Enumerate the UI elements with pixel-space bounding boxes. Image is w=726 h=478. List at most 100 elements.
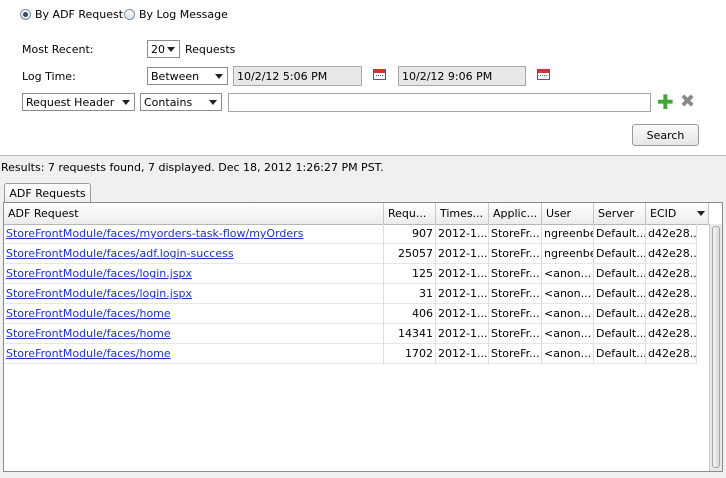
cell-adf-request[interactable]: StoreFrontModule/faces/home <box>4 324 384 344</box>
table-row[interactable]: StoreFrontModule/faces/home 406 2012-1... S… <box>4 304 697 324</box>
cell-timestamp-text: 2012-1... <box>438 347 488 360</box>
cell-adf-request[interactable]: StoreFrontModule/faces/login.jspx <box>4 264 384 284</box>
field-select[interactable]: Request Header <box>22 93 135 111</box>
column-header-ecid[interactable]: ECID <box>646 203 709 224</box>
request-link[interactable]: StoreFrontModule/faces/home <box>6 347 171 360</box>
log-time-from-value: 10/2/12 5:06 PM <box>237 69 328 83</box>
column-header-timestamp[interactable]: Times... <box>436 203 489 224</box>
cell-ecid-text: d42e28... <box>648 307 697 320</box>
table-row[interactable]: StoreFrontModule/faces/login.jspx 125 2012… <box>4 264 697 284</box>
cell-timestamp: 2012-1... <box>436 224 489 244</box>
cell-user: ngreenbe <box>542 224 594 244</box>
cell-user: <anon... <box>542 284 594 304</box>
request-link[interactable]: StoreFrontModule/faces/login.jspx <box>6 287 192 300</box>
cell-user-text: ngreenbe <box>544 227 594 240</box>
remove-icon[interactable]: ✖ <box>680 93 695 111</box>
cell-server: Default... <box>594 224 646 244</box>
request-link[interactable]: StoreFrontModule/faces/adf.login-success <box>6 247 234 260</box>
cell-timestamp: 2012-1... <box>436 324 489 344</box>
chevron-down-icon <box>215 74 223 79</box>
tab-adf-requests[interactable]: ADF Requests <box>4 183 91 202</box>
cell-request-time: 31 <box>384 284 436 304</box>
cell-server: Default... <box>594 284 646 304</box>
cell-application-text: StoreFr... <box>491 327 540 340</box>
most-recent-select[interactable]: 20 <box>147 40 180 58</box>
cell-application: StoreFr... <box>489 304 542 324</box>
cell-application: StoreFr... <box>489 344 542 364</box>
cell-application: StoreFr... <box>489 244 542 264</box>
calendar-icon[interactable] <box>537 69 550 80</box>
cell-adf-request[interactable]: StoreFrontModule/faces/login.jspx <box>4 284 384 304</box>
cell-timestamp-text: 2012-1... <box>438 287 488 300</box>
cell-request-time-text: 125 <box>412 267 433 280</box>
scrollbar-thumb[interactable] <box>712 226 720 468</box>
table-row[interactable]: StoreFrontModule/faces/home 1702 2012-1...… <box>4 344 697 364</box>
cell-timestamp: 2012-1... <box>436 244 489 264</box>
request-link[interactable]: StoreFrontModule/faces/home <box>6 327 171 340</box>
cell-user-text: <anon... <box>544 327 592 340</box>
cell-server: Default... <box>594 344 646 364</box>
condition-value-input[interactable] <box>228 93 651 112</box>
table-row[interactable]: StoreFrontModule/faces/home 14341 2012-1..… <box>4 324 697 344</box>
condition-select[interactable]: Contains <box>140 93 222 111</box>
chevron-down-icon[interactable] <box>697 211 705 216</box>
log-time-from-field[interactable]: 10/2/12 5:06 PM <box>233 66 362 86</box>
request-link[interactable]: StoreFrontModule/faces/login.jspx <box>6 267 192 280</box>
cell-application-text: StoreFr... <box>491 347 540 360</box>
condition-select-value: Contains <box>144 95 193 109</box>
table-row[interactable]: StoreFrontModule/faces/adf.login-success… <box>4 244 697 264</box>
tab-adf-requests-label: ADF Requests <box>9 186 86 200</box>
field-select-value: Request Header <box>26 95 115 109</box>
log-time-label: Log Time: <box>22 70 76 83</box>
table-row[interactable]: StoreFrontModule/faces/login.jspx 31 2012-… <box>4 284 697 304</box>
cell-timestamp-text: 2012-1... <box>438 327 488 340</box>
radio-by-adf-request[interactable]: By ADF Request <box>20 8 123 21</box>
column-header-user[interactable]: User <box>542 203 594 224</box>
cell-application: StoreFr... <box>489 324 542 344</box>
cell-request-time-text: 31 <box>419 287 433 300</box>
add-icon[interactable]: ✚ <box>657 92 674 112</box>
table-row[interactable]: StoreFrontModule/faces/myorders-task-flo… <box>4 224 697 244</box>
column-header-server[interactable]: Server <box>594 203 646 224</box>
cell-user-text: ngreenbe <box>544 247 594 260</box>
table-header: ADF Request Requ... Times... Applic... U… <box>4 203 709 225</box>
cell-ecid: d42e28... <box>646 324 697 344</box>
cell-ecid-text: d42e28... <box>648 327 697 340</box>
cell-user-text: <anon... <box>544 287 592 300</box>
cell-request-time-text: 1702 <box>405 347 433 360</box>
cell-server-text: Default... <box>596 307 646 320</box>
column-header-label: ADF Request <box>8 207 79 220</box>
cell-server-text: Default... <box>596 287 646 300</box>
cell-adf-request[interactable]: StoreFrontModule/faces/myorders-task-flo… <box>4 224 384 244</box>
cell-timestamp: 2012-1... <box>436 264 489 284</box>
cell-request-time-text: 25057 <box>398 247 433 260</box>
cell-application: StoreFr... <box>489 264 542 284</box>
calendar-icon[interactable] <box>373 69 386 80</box>
radio-by-log-message[interactable]: By Log Message <box>124 8 228 21</box>
log-time-to-field[interactable]: 10/2/12 9:06 PM <box>398 66 526 86</box>
request-link[interactable]: StoreFrontModule/faces/myorders-task-flo… <box>6 227 303 240</box>
cell-adf-request[interactable]: StoreFrontModule/faces/home <box>4 344 384 364</box>
cell-server-text: Default... <box>596 347 646 360</box>
column-header-label: ECID <box>650 207 677 220</box>
column-header-label: Server <box>598 207 635 220</box>
cell-server: Default... <box>594 324 646 344</box>
cell-ecid: d42e28... <box>646 284 697 304</box>
column-header-request-time[interactable]: Requ... <box>384 203 436 224</box>
column-header-adf-request[interactable]: ADF Request <box>4 203 384 224</box>
request-link[interactable]: StoreFrontModule/faces/home <box>6 307 171 320</box>
log-time-operator-select[interactable]: Between <box>147 67 228 85</box>
vertical-scrollbar[interactable] <box>709 224 722 471</box>
cell-ecid: d42e28... <box>646 264 697 284</box>
column-header-application[interactable]: Applic... <box>489 203 542 224</box>
cell-user: <anon... <box>542 324 594 344</box>
cell-server: Default... <box>594 264 646 284</box>
cell-adf-request[interactable]: StoreFrontModule/faces/adf.login-success <box>4 244 384 264</box>
search-button[interactable]: Search <box>632 124 699 146</box>
cell-application-text: StoreFr... <box>491 307 540 320</box>
cell-request-time-text: 907 <box>412 227 433 240</box>
cell-adf-request[interactable]: StoreFrontModule/faces/home <box>4 304 384 324</box>
cell-timestamp-text: 2012-1... <box>438 227 488 240</box>
cell-server: Default... <box>594 244 646 264</box>
cell-timestamp-text: 2012-1... <box>438 267 488 280</box>
